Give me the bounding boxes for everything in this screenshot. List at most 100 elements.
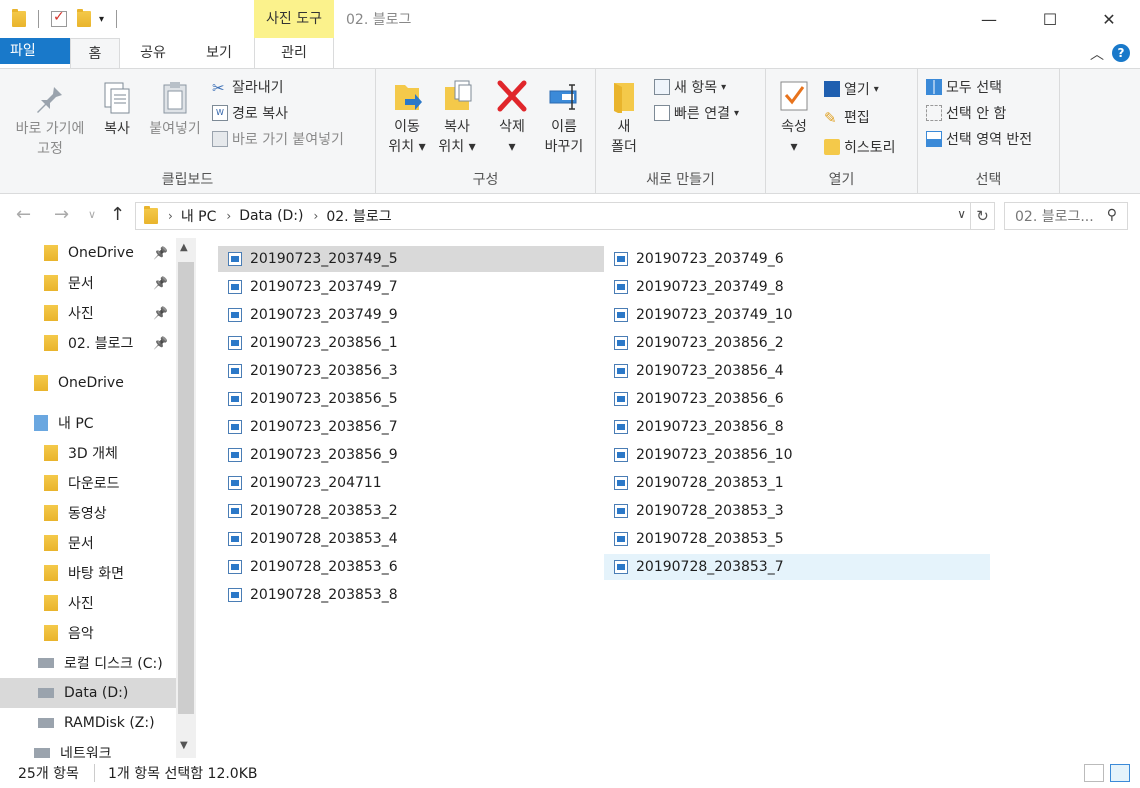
file-item[interactable]: 20190723_203749_8: [604, 274, 990, 300]
file-item[interactable]: 20190728_203853_4: [218, 526, 604, 552]
file-item[interactable]: 20190728_203853_2: [218, 498, 604, 524]
maximize-button[interactable]: ☐: [1027, 4, 1073, 34]
invert-selection-button[interactable]: 선택 영역 반전: [926, 129, 1032, 149]
easy-access-button[interactable]: 빠른 연결 ▾: [654, 103, 739, 123]
nav-item[interactable]: 문서 📌: [0, 268, 176, 298]
tab-manage[interactable]: 관리: [254, 38, 334, 68]
file-item[interactable]: 20190728_203853_5: [604, 526, 990, 552]
select-none-button[interactable]: 선택 안 함: [926, 103, 1006, 123]
nav-item[interactable]: 네트워크: [0, 738, 176, 758]
breadcrumb-data-drive[interactable]: Data (D:): [239, 208, 303, 224]
status-bar: 25개 항목 1개 항목 선택함 12.0KB: [0, 758, 1140, 788]
copy-to-button[interactable]: 복사 위치 ▾: [434, 79, 480, 157]
new-folder-icon[interactable]: [77, 9, 91, 27]
file-item[interactable]: 20190723_204711: [218, 470, 604, 496]
chevron-right-icon[interactable]: ›: [226, 209, 231, 223]
file-item[interactable]: 20190723_203749_7: [218, 274, 604, 300]
open-button[interactable]: 열기 ▾: [824, 79, 879, 99]
nav-item[interactable]: 사진: [0, 588, 176, 618]
details-view-button[interactable]: [1084, 764, 1104, 782]
forward-button[interactable]: →: [54, 204, 69, 225]
up-button[interactable]: ↑: [110, 204, 125, 225]
nav-item[interactable]: OneDrive: [0, 368, 176, 398]
delete-button[interactable]: 삭제 ▾: [492, 79, 532, 157]
help-icon[interactable]: ?: [1112, 44, 1130, 62]
breadcrumb-blog-folder[interactable]: 02. 블로그: [326, 206, 391, 226]
move-to-button[interactable]: 이동 위치 ▾: [384, 79, 430, 157]
search-box[interactable]: 02. 블로그... ⚲: [1004, 202, 1128, 230]
history-button[interactable]: 히스토리: [824, 137, 896, 157]
nav-item[interactable]: 내 PC: [0, 408, 176, 438]
file-item[interactable]: 20190723_203856_9: [218, 442, 604, 468]
customize-toolbar-icon[interactable]: ▾: [99, 14, 104, 25]
file-item[interactable]: 20190728_203853_6: [218, 554, 604, 580]
scroll-up-icon[interactable]: ▲: [180, 242, 188, 253]
tab-view[interactable]: 보기: [192, 38, 246, 68]
nav-item[interactable]: RAMDisk (Z:): [0, 708, 176, 738]
tab-file[interactable]: 파일: [0, 38, 70, 64]
cut-button[interactable]: ✂ 잘라내기: [212, 77, 284, 97]
nav-item[interactable]: 바탕 화면: [0, 558, 176, 588]
file-item[interactable]: 20190723_203856_10: [604, 442, 990, 468]
scroll-down-icon[interactable]: ▼: [180, 740, 188, 751]
chevron-right-icon[interactable]: ›: [314, 209, 319, 223]
recent-locations-button[interactable]: ∨: [88, 208, 96, 221]
delete-dropdown-icon[interactable]: ▾: [492, 137, 532, 157]
close-button[interactable]: ✕: [1086, 4, 1132, 34]
pin-to-quick-access-button[interactable]: 바로 가기에 고정: [6, 81, 94, 159]
new-item-button[interactable]: 새 항목 ▾: [654, 77, 726, 97]
large-icons-view-button[interactable]: [1110, 764, 1130, 782]
file-item[interactable]: 20190723_203856_7: [218, 414, 604, 440]
nav-item[interactable]: 문서: [0, 528, 176, 558]
breadcrumb-this-pc[interactable]: 내 PC: [181, 206, 217, 226]
properties-button[interactable]: 속성 ▾: [772, 79, 816, 157]
nav-item[interactable]: 다운로드: [0, 468, 176, 498]
nav-scrollbar[interactable]: ▲ ▼: [176, 238, 196, 758]
file-item[interactable]: 20190723_203749_5: [218, 246, 604, 272]
scrollbar-thumb[interactable]: [178, 262, 194, 714]
edit-button[interactable]: ✎ 편집: [824, 107, 870, 127]
refresh-button[interactable]: ↻: [971, 202, 995, 230]
address-dropdown-icon[interactable]: ∨: [957, 207, 966, 221]
select-all-button[interactable]: 모두 선택: [926, 77, 1002, 97]
paste-shortcut-button[interactable]: 바로 가기 붙여넣기: [212, 129, 344, 149]
file-item[interactable]: 20190723_203856_2: [604, 330, 990, 356]
tab-home[interactable]: 홈: [70, 38, 120, 70]
properties-icon[interactable]: [51, 9, 67, 27]
file-item[interactable]: 20190723_203856_4: [604, 358, 990, 384]
file-item[interactable]: 20190723_203856_8: [604, 414, 990, 440]
nav-item[interactable]: 동영상: [0, 498, 176, 528]
address-bar[interactable]: › 내 PC › Data (D:) › 02. 블로그 ∨: [135, 202, 971, 230]
rename-button[interactable]: 이름 바꾸기: [538, 79, 590, 157]
collapse-ribbon-icon[interactable]: ︿: [1090, 44, 1104, 64]
paste-button[interactable]: 붙여넣기: [144, 81, 206, 139]
file-item[interactable]: 20190723_203856_1: [218, 330, 604, 356]
nav-item[interactable]: 3D 개체: [0, 438, 176, 468]
chevron-right-icon[interactable]: ›: [168, 209, 173, 223]
copy-path-button[interactable]: W 경로 복사: [212, 103, 288, 123]
file-item[interactable]: 20190723_203749_6: [604, 246, 990, 272]
file-item[interactable]: 20190723_203856_5: [218, 386, 604, 412]
nav-item[interactable]: 02. 블로그 📌: [0, 328, 176, 358]
file-item[interactable]: 20190723_203856_3: [218, 358, 604, 384]
properties-dropdown-icon[interactable]: ▾: [772, 137, 816, 157]
file-item[interactable]: 20190723_203749_10: [604, 302, 990, 328]
nav-item[interactable]: Data (D:): [0, 678, 176, 708]
file-item[interactable]: 20190728_203853_1: [604, 470, 990, 496]
minimize-button[interactable]: —: [966, 4, 1012, 34]
new-folder-button[interactable]: 새 폴더: [604, 79, 644, 157]
tab-share[interactable]: 공유: [128, 38, 178, 68]
nav-item[interactable]: OneDrive 📌: [0, 238, 176, 268]
file-item[interactable]: 20190728_203853_7: [604, 554, 990, 580]
select-none-icon: [926, 105, 942, 121]
back-button[interactable]: ←: [16, 204, 31, 225]
nav-item[interactable]: 로컬 디스크 (C:): [0, 648, 176, 678]
file-item[interactable]: 20190728_203853_8: [218, 582, 604, 608]
file-item[interactable]: 20190723_203749_9: [218, 302, 604, 328]
file-item[interactable]: 20190723_203856_6: [604, 386, 990, 412]
nav-item[interactable]: 사진 📌: [0, 298, 176, 328]
title-bar: ▾ 사진 도구 02. 블로그 — ☐ ✕: [0, 0, 1140, 38]
copy-button[interactable]: 복사: [96, 81, 138, 139]
nav-item[interactable]: 음악: [0, 618, 176, 648]
file-item[interactable]: 20190728_203853_3: [604, 498, 990, 524]
